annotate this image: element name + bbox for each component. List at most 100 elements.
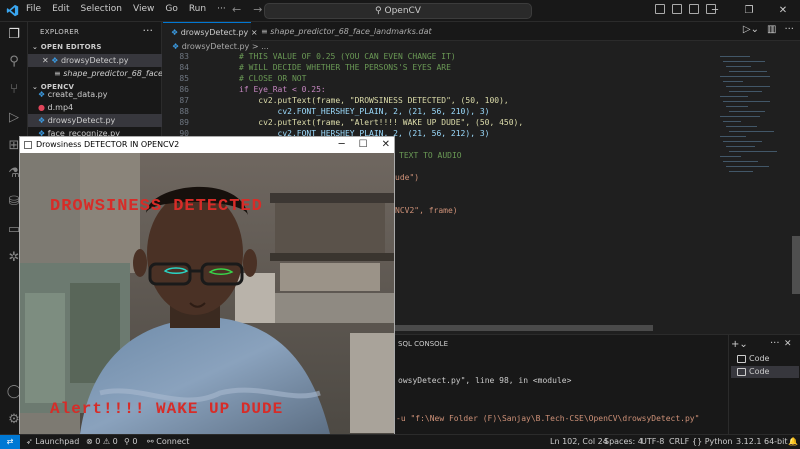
minimap-line <box>729 71 767 72</box>
minimap-line <box>726 126 757 127</box>
back-arrow-icon[interactable]: ← <box>232 3 241 16</box>
line-number: 84 <box>179 63 189 72</box>
menu-selection[interactable]: Selection <box>81 4 122 14</box>
remote-indicator-icon[interactable]: ⇄ <box>0 435 20 449</box>
minimize-icon[interactable]: ─ <box>339 137 345 153</box>
file-item[interactable]: ❖ drowsyDetect.py <box>28 114 162 127</box>
tab-drowsydetect[interactable]: ❖ drowsyDetect.py × <box>163 22 258 41</box>
code-line: # WILL DECIDE WHETHER THE PERSONS'S EYES… <box>239 63 451 72</box>
more-actions-icon[interactable]: ··· <box>143 24 154 37</box>
minimap-line <box>720 116 760 117</box>
menu-more[interactable]: ··· <box>217 4 226 14</box>
run-icon[interactable]: ▷⌄ <box>743 24 759 35</box>
terminal-item[interactable]: Code <box>731 366 799 378</box>
open-editor-item[interactable]: ≡ shape_predictor_68_face_la... <box>28 67 162 80</box>
minimize-icon[interactable]: ─ <box>698 0 732 22</box>
file-item[interactable]: ● d.mp4 <box>28 101 162 114</box>
open-editors-header[interactable]: ⌄ OPEN EDITORS <box>32 43 102 51</box>
run-debug-icon[interactable]: ▷ <box>6 110 22 126</box>
breadcrumb[interactable]: ❖ drowsyDetect.py > ... <box>172 42 269 51</box>
opencv-window-title: Drowsiness DETECTOR IN OPENCV2 <box>36 140 180 149</box>
vertical-scrollbar[interactable] <box>792 236 800 294</box>
language-status[interactable]: {} Python <box>692 435 732 449</box>
menu-file[interactable]: File <box>26 4 41 14</box>
line-number: 85 <box>179 74 189 83</box>
code-line: cv2.FONT_HERSHEY_PLAIN, 2, (21, 56, 210)… <box>239 107 490 116</box>
toggle-panel-icon[interactable] <box>672 4 682 14</box>
close-icon[interactable]: ✕ <box>42 56 51 65</box>
minimap-line <box>723 101 770 102</box>
tab-sql-console[interactable]: SQL CONSOLE <box>398 340 448 348</box>
terminal-command: -u "f:\New Folder (F)\Sanjay\B.Tech-CSE\… <box>396 414 700 423</box>
horizontal-scrollbar[interactable] <box>395 325 653 331</box>
restore-icon[interactable]: ❐ <box>732 0 766 22</box>
minimap-line <box>723 121 741 122</box>
line-number: 88 <box>179 107 189 116</box>
file-item[interactable]: ❖ create_data.py <box>28 88 162 101</box>
indentation-status[interactable]: Spaces: 4 <box>604 435 643 449</box>
wake-up-alert-text: Alert!!!! WAKE UP DUDE <box>50 400 284 418</box>
terminal-trace: owsyDetect.py", line 98, in <module> <box>398 376 572 385</box>
file-icon: ≡ <box>54 69 64 78</box>
minimap-line <box>729 171 753 172</box>
window-controls: ─ ❐ ✕ <box>698 0 800 22</box>
opencv-window-controls: ─ ☐ ✕ <box>339 137 390 153</box>
file-icon: ≡ <box>261 27 271 36</box>
close-icon[interactable]: ✕ <box>382 137 390 153</box>
minimap-line <box>729 91 762 92</box>
cursor-position[interactable]: Ln 102, Col 24 <box>550 435 608 449</box>
minimap-line <box>729 131 774 132</box>
nav-arrows: ← → <box>232 3 262 16</box>
launchpad-status[interactable]: ➶ Launchpad <box>26 435 79 449</box>
source-control-icon[interactable]: ⑂ <box>6 82 22 98</box>
breadcrumb-text: drowsyDetect.py > ... <box>181 42 269 51</box>
window-icon <box>24 141 32 149</box>
drowsiness-alert-text: DROWSINESS DETECTED <box>50 197 263 216</box>
minimap-line <box>720 56 750 57</box>
opencv-titlebar[interactable]: Drowsiness DETECTOR IN OPENCV2 ─ ☐ ✕ <box>20 137 394 153</box>
problems-status[interactable]: ⊗ 0 ⚠ 0 <box>86 435 118 449</box>
opencv-window: Drowsiness DETECTOR IN OPENCV2 ─ ☐ ✕ DRO… <box>19 136 395 434</box>
terminal-item[interactable]: Code <box>731 353 799 365</box>
menu-view[interactable]: View <box>133 4 154 14</box>
vscode-logo-icon <box>6 4 19 17</box>
menu-go[interactable]: Go <box>165 4 177 14</box>
python-file-icon: ❖ <box>38 116 48 125</box>
minimap-line <box>723 61 765 62</box>
menu-edit[interactable]: Edit <box>52 4 69 14</box>
forward-arrow-icon[interactable]: → <box>253 3 262 16</box>
encoding-status[interactable]: UTF-8 <box>641 435 664 449</box>
search-icon[interactable]: ⚲ <box>6 54 22 70</box>
command-center[interactable]: ⚲ OpenCV <box>264 3 532 19</box>
menu-run[interactable]: Run <box>189 4 206 14</box>
interpreter-status[interactable]: 3.12.1 64-bit <box>736 435 788 449</box>
minimap[interactable] <box>720 52 792 332</box>
connect-status[interactable]: ⚯ Connect <box>147 435 189 449</box>
explorer-title: EXPLORER <box>40 28 80 36</box>
editor-actions: ▷⌄ ▥ ··· <box>743 24 794 35</box>
minimap-line <box>723 141 762 142</box>
code-line: # CLOSE OR NOT <box>239 74 307 83</box>
minimap-line <box>726 86 770 87</box>
code-line: if Eye_Rat < 0.25: <box>239 85 326 94</box>
split-editor-icon[interactable]: ▥ <box>767 24 776 35</box>
maximize-icon[interactable]: ☐ <box>359 137 368 153</box>
code-fragment: ude") <box>395 173 420 182</box>
chevron-down-icon: ⌄ <box>32 43 41 51</box>
tab-shape-predictor[interactable]: ≡ shape_predictor_68_face_landmarks.dat <box>253 22 433 41</box>
line-number: 87 <box>179 96 189 105</box>
ports-status[interactable]: ⚲ 0 <box>124 435 138 449</box>
line-number: 83 <box>179 52 189 61</box>
menu-bar: File Edit Selection View Go Run ··· <box>26 4 226 14</box>
explorer-icon[interactable]: ❐ <box>6 27 22 43</box>
close-icon[interactable]: ✕ <box>766 0 800 22</box>
notifications-bell-icon[interactable]: 🔔 <box>788 435 798 449</box>
file-label: create_data.py <box>47 90 108 99</box>
minimap-line <box>729 151 777 152</box>
code-fragment: TEXT TO AUDIO <box>399 151 462 160</box>
open-editor-item[interactable]: ✕ ❖ drowsyDetect.py <box>28 54 162 67</box>
minimap-line <box>726 146 755 147</box>
toggle-primary-sidebar-icon[interactable] <box>655 4 665 14</box>
more-actions-icon[interactable]: ··· <box>784 24 794 35</box>
eol-status[interactable]: CRLF <box>669 435 689 449</box>
